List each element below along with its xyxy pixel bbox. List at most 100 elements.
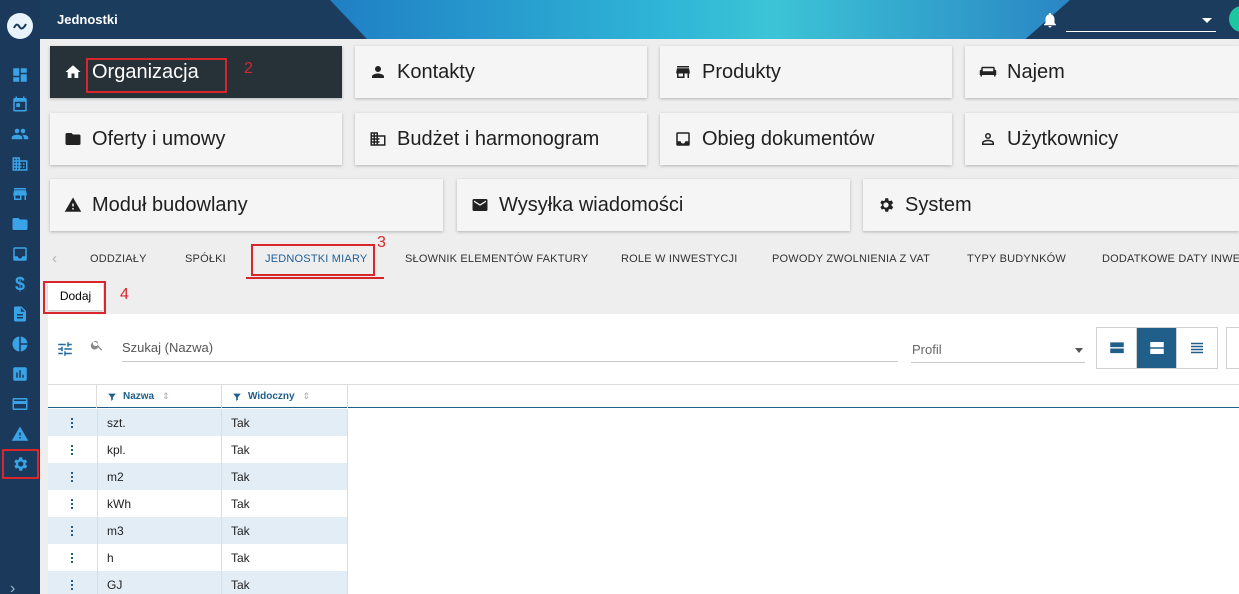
user-select[interactable] <box>1066 10 1216 32</box>
cell-nazwa: m3 <box>97 517 222 544</box>
row-menu-icon[interactable] <box>66 441 78 458</box>
credit-card-icon[interactable] <box>8 393 32 415</box>
annotation-number-3: 3 <box>377 234 386 251</box>
table-row[interactable]: m3 Tak <box>48 517 348 544</box>
table-row[interactable]: szt. Tak <box>48 409 348 436</box>
row-menu-icon[interactable] <box>66 495 78 512</box>
profile-label: Profil <box>912 342 942 357</box>
cell-widoczny: Tak <box>222 436 348 463</box>
home-icon <box>65 65 81 78</box>
warning-icon[interactable] <box>8 423 32 445</box>
sort-icon[interactable]: ⇕ <box>162 391 170 402</box>
column-header-label: Widoczny <box>248 391 295 402</box>
module-produkty[interactable]: Produkty <box>660 46 952 98</box>
density-standard-button[interactable] <box>1137 328 1177 368</box>
row-menu-icon[interactable] <box>66 549 78 566</box>
module-modul-budowlany[interactable]: Moduł budowlany <box>50 179 443 231</box>
profile-select[interactable]: Profil <box>911 334 1085 363</box>
action-bar: Dodaj <box>48 280 1239 313</box>
dollar-icon[interactable]: $ <box>8 273 32 295</box>
cell-widoczny: Tak <box>222 490 348 517</box>
chevron-right-icon[interactable]: › <box>10 580 15 594</box>
people-icon[interactable] <box>8 123 32 145</box>
table-row[interactable]: GJ Tak <box>48 571 348 594</box>
filter-icon[interactable] <box>107 392 117 402</box>
store-icon[interactable] <box>8 183 32 205</box>
sort-icon[interactable]: ⇕ <box>303 391 311 402</box>
tab-powody-zwolnienia-z-vat[interactable]: POWODY ZWOLNIENIA Z VAT <box>772 253 930 265</box>
module-label: Moduł budowlany <box>92 193 248 216</box>
column-header-nazwa[interactable]: Nazwa ⇕ <box>97 385 222 408</box>
cell-widoczny: Tak <box>222 517 348 544</box>
module-kontakty[interactable]: Kontakty <box>355 46 647 98</box>
module-najem[interactable]: Najem <box>965 46 1239 98</box>
pie-chart-icon[interactable] <box>8 333 32 355</box>
density-comfortable-button[interactable] <box>1097 328 1137 368</box>
active-tab-indicator <box>246 277 384 279</box>
sidebar: $ › <box>0 0 40 594</box>
building-icon <box>370 132 386 146</box>
store-icon <box>676 66 690 78</box>
table-row[interactable]: m2 Tak <box>48 463 348 490</box>
bell-icon[interactable] <box>1041 11 1059 29</box>
topbar-gradient <box>330 0 1070 39</box>
user-outline-icon <box>982 133 994 145</box>
view-headline-icon <box>1191 342 1203 354</box>
tab-typy-budynkow[interactable]: TYPY BUDYNKÓW <box>967 253 1066 265</box>
folder-icon[interactable] <box>8 213 32 235</box>
inbox-icon[interactable] <box>8 243 32 265</box>
column-layout-button[interactable] <box>1226 327 1239 369</box>
filter-settings-icon[interactable] <box>56 340 74 358</box>
folder-icon <box>65 133 81 145</box>
app-logo-icon[interactable] <box>7 13 33 39</box>
filter-icon[interactable] <box>232 392 242 402</box>
annotation-box-4 <box>43 281 106 314</box>
module-wysylka-wiadomosci[interactable]: Wysyłka wiadomości <box>457 179 850 231</box>
cell-widoczny: Tak <box>222 544 348 571</box>
dashboard-icon[interactable] <box>8 64 32 86</box>
tab-spolki[interactable]: SPÓŁKI <box>185 253 226 265</box>
row-menu-icon[interactable] <box>66 576 78 593</box>
table-row[interactable]: kWh Tak <box>48 490 348 517</box>
bar-chart-icon[interactable] <box>8 363 32 385</box>
chevron-left-icon[interactable]: ‹ <box>52 250 57 267</box>
search-input[interactable] <box>122 334 898 362</box>
module-obieg-dokumentow[interactable]: Obieg dokumentów <box>660 113 952 165</box>
module-label: Użytkownicy <box>1007 127 1119 150</box>
cell-widoczny: Tak <box>222 571 348 594</box>
cell-nazwa: GJ <box>97 571 222 594</box>
content-panel: Profil Nazwa ⇕ Widoczny ⇕ szt. <box>48 314 1239 594</box>
module-label: Produkty <box>702 60 781 83</box>
density-compact-button[interactable] <box>1177 328 1217 368</box>
view-agenda-icon <box>1109 342 1124 354</box>
tab-dodatkowe-daty-inwes[interactable]: DODATKOWE DATY INWES <box>1102 253 1239 265</box>
row-menu-icon[interactable] <box>66 414 78 431</box>
module-oferty-i-umowy[interactable]: Oferty i umowy <box>50 113 342 165</box>
cell-nazwa: h <box>97 544 222 571</box>
column-header-widoczny[interactable]: Widoczny ⇕ <box>222 385 348 408</box>
tab-role-w-inwestycji[interactable]: ROLE W INWESTYCJI <box>621 253 737 265</box>
view-stream-icon <box>1149 342 1164 354</box>
row-menu-icon[interactable] <box>66 522 78 539</box>
module-budzet-i-harmonogram[interactable]: Budżet i harmonogram <box>355 113 647 165</box>
module-label: Wysyłka wiadomości <box>499 193 684 216</box>
table-row[interactable]: kpl. Tak <box>48 436 348 463</box>
building-icon[interactable] <box>8 153 32 175</box>
gear-icon <box>880 198 894 212</box>
module-label: System <box>905 193 972 216</box>
avatar[interactable] <box>1229 6 1239 32</box>
module-label: Najem <box>1007 60 1065 83</box>
search-icon <box>90 338 104 352</box>
mail-icon <box>472 199 488 211</box>
row-menu-icon[interactable] <box>66 468 78 485</box>
module-label: Budżet i harmonogram <box>397 127 600 150</box>
document-icon[interactable] <box>8 303 32 325</box>
table-row[interactable]: h Tak <box>48 544 348 571</box>
tab-slownik-elementow-faktury[interactable]: SŁOWNIK ELEMENTÓW FAKTURY <box>405 253 588 265</box>
sofa-icon <box>979 66 997 77</box>
module-uzytkownicy[interactable]: Użytkownicy <box>965 113 1239 165</box>
tab-oddzialy[interactable]: ODDZIAŁY <box>90 253 147 265</box>
module-system[interactable]: System <box>863 179 1239 231</box>
calendar-icon[interactable] <box>8 93 32 115</box>
cell-nazwa: kWh <box>97 490 222 517</box>
